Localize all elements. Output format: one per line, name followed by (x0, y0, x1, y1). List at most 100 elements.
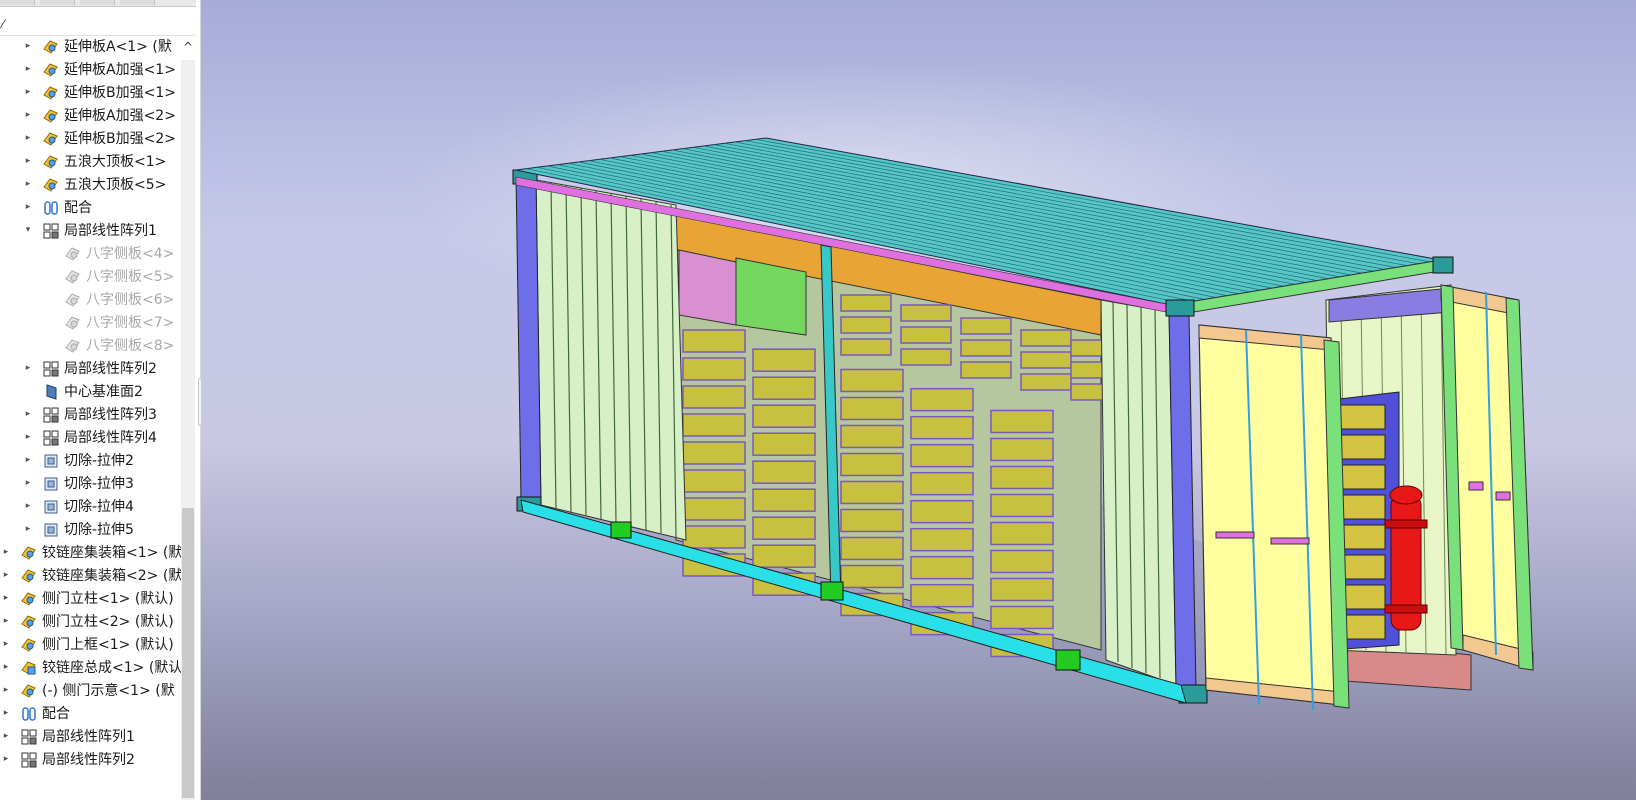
tree-expand-toggle-icon[interactable]: ▸ (22, 153, 34, 169)
container-model[interactable] (201, 0, 1636, 800)
tree-expand-toggle-icon[interactable]: ▸ (0, 613, 12, 629)
tree-item[interactable]: ▸ 配合 (0, 197, 184, 219)
tree-item[interactable]: 中心基准面2 (0, 381, 184, 403)
tree-item[interactable]: ▸ 局部线性阵列4 (0, 427, 184, 449)
battery-module (752, 404, 816, 428)
tree-expand-toggle-icon[interactable]: ▸ (22, 61, 34, 77)
battery-module (840, 508, 904, 533)
tree-expand-toggle-icon[interactable]: ▸ (22, 130, 34, 146)
tree-item-label: 局部线性阵列2 (64, 361, 157, 377)
tree-item[interactable]: 八字侧板<5> (0, 266, 184, 288)
tree-item-label: 八字侧板<4> (86, 246, 175, 262)
tree-expand-toggle-icon[interactable]: ▸ (22, 360, 34, 376)
tree-item[interactable]: ▸ 切除-拉伸2 (0, 450, 184, 472)
tree-item[interactable]: 八字侧板<8> (0, 335, 184, 357)
tree-expand-toggle-icon[interactable]: ▸ (0, 682, 12, 698)
tree-expand-toggle-icon[interactable]: ▸ (22, 498, 34, 514)
side-wall-right-panel (1100, 299, 1177, 686)
tree-item-label: 中心基准面2 (64, 384, 143, 400)
tree-item[interactable]: ▸ 五浪大顶板<1> (0, 151, 184, 173)
tree-item[interactable]: ▸ 切除-拉伸4 (0, 496, 184, 518)
tree-item[interactable]: ▸ 切除-拉伸3 (0, 473, 184, 495)
tree-expand-toggle-icon[interactable]: ▸ (0, 544, 12, 560)
tree-item[interactable]: ▸ 局部线性阵列2 (0, 749, 184, 771)
tree-item[interactable]: 八字侧板<7> (0, 312, 184, 334)
battery-module (960, 339, 1012, 357)
tree-expand-toggle-icon[interactable]: ▸ (0, 567, 12, 583)
tree-item[interactable]: 八字侧板<4> (0, 243, 184, 265)
tree-expand-toggle-icon[interactable]: ▸ (0, 636, 12, 652)
tree-item-label: 五浪大顶板<5> (64, 177, 167, 193)
tree-item[interactable]: ▸ 铰链座总成<1> (默认 (0, 657, 184, 679)
tree-expand-toggle-icon (44, 245, 56, 261)
battery-module (840, 396, 904, 421)
tree-expand-toggle-icon[interactable]: ▸ (22, 107, 34, 123)
battery-module (752, 460, 816, 484)
tree-expand-toggle-icon[interactable]: ▸ (22, 38, 34, 54)
battery-module (840, 368, 904, 393)
tree-expand-toggle-icon[interactable]: ▸ (0, 590, 12, 606)
tree-expand-toggle-icon (44, 268, 56, 284)
tree-expand-toggle-icon[interactable]: ▸ (22, 452, 34, 468)
tree-item[interactable]: ▾ 局部线性阵列1 (0, 220, 184, 242)
tree-expand-toggle-icon[interactable]: ▸ (0, 705, 12, 721)
tree-item[interactable]: ▸ 局部线性阵列2 (0, 358, 184, 380)
tree-filter-bar[interactable]: ⁄ (0, 7, 196, 36)
battery-module (840, 338, 892, 356)
battery-module (900, 348, 952, 366)
tree-expand-toggle-icon[interactable]: ▸ (22, 84, 34, 100)
collapse-caret-icon[interactable]: ^ (183, 40, 193, 54)
tree-item[interactable]: ▸ 延伸板A加强<2> (0, 105, 184, 127)
tree-item[interactable]: ▸ 局部线性阵列3 (0, 404, 184, 426)
tree-item-label: 局部线性阵列2 (42, 752, 135, 768)
tree-item[interactable]: ▸ 延伸板B加强<1> (0, 82, 184, 104)
plane-icon (42, 383, 60, 401)
battery-module (900, 304, 952, 322)
tree-item[interactable]: ▸ (-) 侧门示意<1> (默 (0, 680, 184, 702)
tree-item[interactable]: ▸ 配合 (0, 703, 184, 725)
tree-expand-toggle-icon[interactable]: ▸ (0, 659, 12, 675)
tree-item[interactable]: ▸ 延伸板B加强<2> (0, 128, 184, 150)
part-icon (42, 84, 60, 102)
tree-item[interactable]: ▸ 切除-拉伸5 (0, 519, 184, 541)
tree-item[interactable]: ▸ 侧门立柱<1> (默认) (0, 588, 184, 610)
tree-expand-toggle-icon[interactable]: ▸ (0, 728, 12, 744)
tree-expand-toggle-icon[interactable]: ▸ (22, 199, 34, 215)
tree-item[interactable]: ▸ 五浪大顶板<5> (0, 174, 184, 196)
tree-expand-toggle-icon[interactable]: ▸ (22, 475, 34, 491)
tree-scrollbar[interactable] (181, 60, 195, 800)
tree-item[interactable]: ▸ 局部线性阵列1 (0, 726, 184, 748)
tree-expand-toggle-icon (22, 383, 34, 399)
battery-module (840, 294, 892, 312)
tab-configuration-manager[interactable] (80, 0, 115, 5)
graphics-viewport[interactable] (201, 0, 1636, 800)
part-icon (42, 130, 60, 148)
tree-item-label: 八字侧板<7> (86, 315, 175, 331)
forklift-pocket-2 (820, 581, 844, 601)
tab-dimxpert[interactable] (120, 0, 155, 5)
tree-expand-toggle-icon[interactable]: ▸ (22, 429, 34, 445)
tree-item[interactable]: 八字侧板<6> (0, 289, 184, 311)
tree-expand-toggle-icon[interactable]: ▸ (22, 521, 34, 537)
tree-expand-toggle-icon (44, 314, 56, 330)
tree-item[interactable]: ▸ 延伸板A加强<1> (0, 59, 184, 81)
tree-expand-toggle-icon[interactable]: ▸ (22, 406, 34, 422)
tree-item-label: 铰链座集装箱<2> (默 (42, 568, 183, 584)
tree-item-label: 延伸板A<1> (默 (64, 39, 172, 55)
tree-item[interactable]: ▸ 侧门上框<1> (默认) (0, 634, 184, 656)
tree-expand-toggle-icon[interactable]: ▾ (22, 222, 34, 238)
battery-module (990, 549, 1054, 574)
tree-item[interactable]: ▸ 铰链座集装箱<2> (默 (0, 565, 184, 587)
tab-feature-manager[interactable] (0, 0, 35, 5)
tree-item[interactable]: ▸ 延伸板A<1> (默 (0, 36, 184, 58)
tree-expand-toggle-icon[interactable]: ▸ (22, 176, 34, 192)
tab-property-manager[interactable] (40, 0, 75, 5)
battery-module (910, 471, 974, 496)
battery-module (1020, 351, 1072, 369)
tree-item[interactable]: ▸ 铰链座集装箱<1> (默 (0, 542, 184, 564)
tree-item[interactable]: ▸ 侧门立柱<2> (默认) (0, 611, 184, 633)
tree-item-label: 延伸板B加强<1> (64, 85, 176, 101)
tree-expand-toggle-icon[interactable]: ▸ (0, 751, 12, 767)
tree-scrollbar-thumb[interactable] (182, 508, 194, 798)
tree-item-label: 延伸板A加强<1> (64, 62, 176, 78)
